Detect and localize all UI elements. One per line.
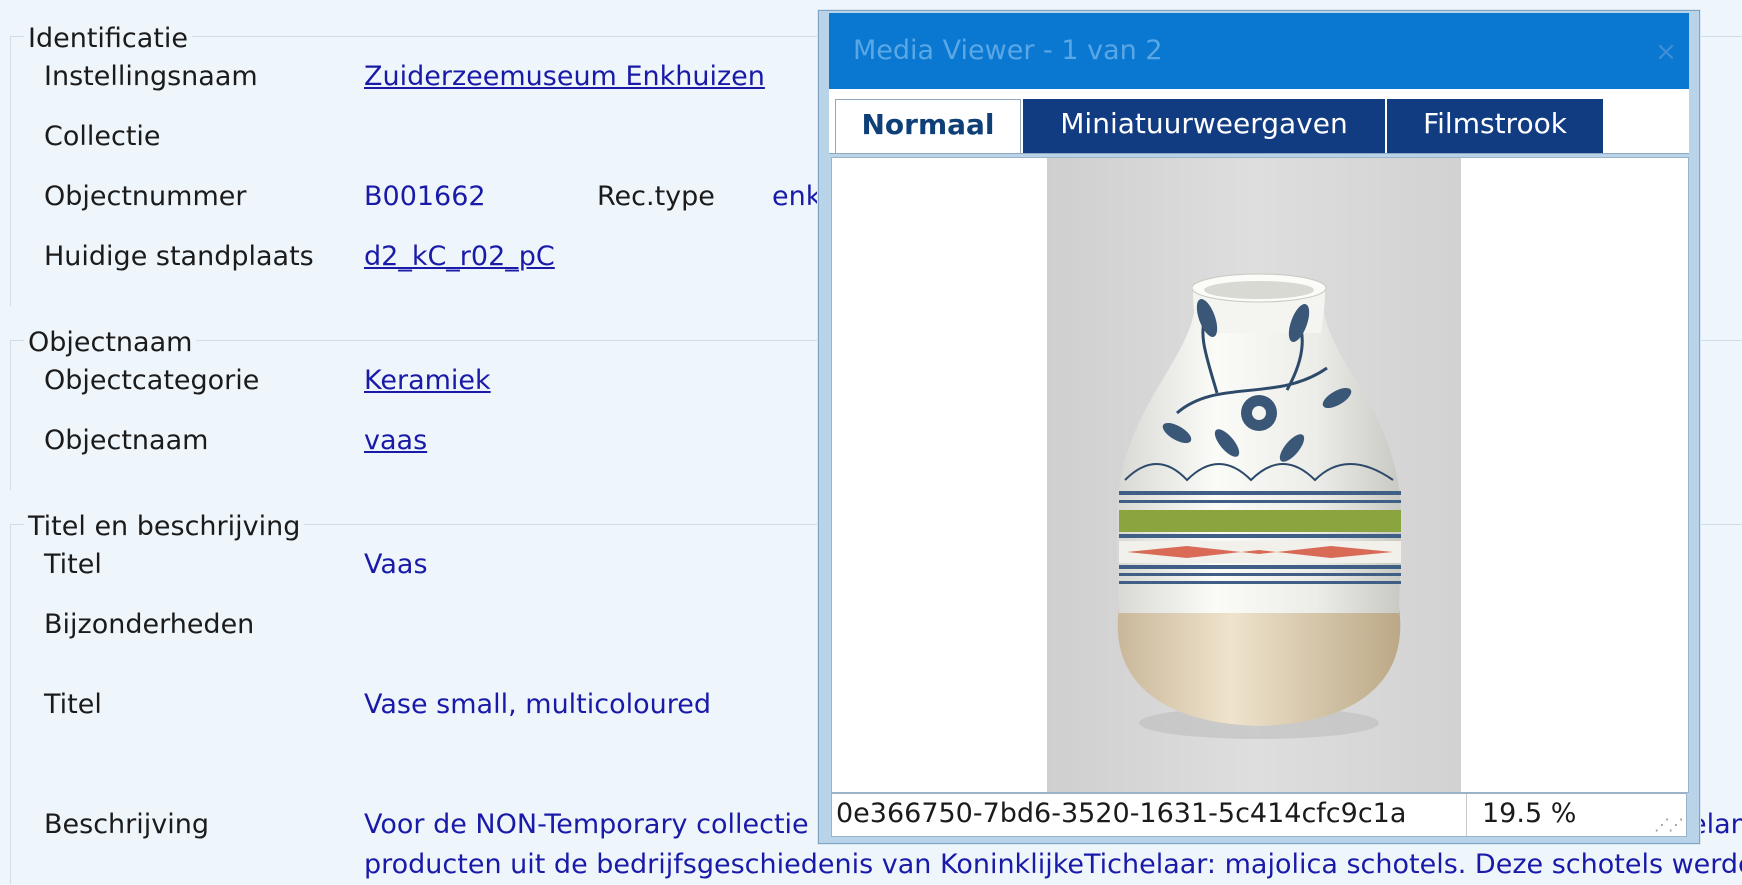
titel-label-2: Titel <box>44 689 102 720</box>
resize-grip-icon[interactable]: ⋰⋰ <box>1654 815 1684 834</box>
status-divider <box>1466 794 1467 836</box>
media-viewer-statusbar: 0e366750-7bd6-3520-1631-5c414cfc9c1a 19.… <box>831 793 1687 837</box>
objectnummer-value: B001662 <box>364 181 486 212</box>
bijzonderheden-label: Bijzonderheden <box>44 609 255 640</box>
vase-illustration <box>1117 273 1401 739</box>
group-border <box>10 340 11 490</box>
objectcategorie-label: Objectcategorie <box>44 365 260 396</box>
instellingsnaam-link[interactable]: Zuiderzeemuseum Enkhuizen <box>364 60 765 94</box>
close-icon[interactable]: × <box>1651 37 1681 67</box>
collectie-label: Collectie <box>44 121 161 152</box>
rectype-value: enk <box>772 181 822 212</box>
group-border <box>10 36 11 306</box>
objectnummer-label: Objectnummer <box>44 181 247 212</box>
titel-label: Titel <box>44 549 102 580</box>
beschrijving-label: Beschrijving <box>44 809 209 840</box>
standplaats-label: Huidige standplaats <box>44 241 314 272</box>
objectcategorie-link[interactable]: Keramiek <box>364 364 491 398</box>
image-id: 0e366750-7bd6-3520-1631-5c414cfc9c1a <box>836 798 1407 829</box>
vase-photo <box>1047 158 1461 792</box>
titel-value-2: Vase small, multicoloured <box>364 689 712 720</box>
beschrijving-text-1: Voor de NON-Temporary collectie <box>364 809 809 840</box>
rectype-label: Rec.type <box>597 181 715 212</box>
standplaats-link[interactable]: d2_kC_r02_pC <box>364 240 555 274</box>
instellingsnaam-label: Instellingsnaam <box>44 61 258 92</box>
beschrijving-text-2: producten uit de bedrijfsgeschiedenis va… <box>364 849 1742 880</box>
tab-normaal[interactable]: Normaal <box>835 99 1021 153</box>
tab-miniatuurweergaven[interactable]: Miniatuurweergaven <box>1023 99 1385 153</box>
media-viewer-titlebar[interactable]: Media Viewer - 1 van 2 × <box>829 13 1689 89</box>
media-viewer-title: Media Viewer - 1 van 2 <box>853 35 1163 66</box>
objectnaam-link[interactable]: vaas <box>364 424 427 458</box>
media-viewer-window[interactable]: Media Viewer - 1 van 2 × Normaal Miniatu… <box>818 10 1700 844</box>
titel-value: Vaas <box>364 549 428 580</box>
group-title: Identificatie <box>24 23 193 55</box>
objectnaam-label: Objectnaam <box>44 425 209 456</box>
media-viewer-tabs: Normaal Miniatuurweergaven Filmstrook <box>829 89 1689 154</box>
zoom-level: 19.5 % <box>1482 798 1577 829</box>
image-canvas[interactable] <box>831 157 1689 793</box>
group-title: Objectnaam <box>24 327 197 359</box>
group-border <box>10 524 11 884</box>
tab-filmstrook[interactable]: Filmstrook <box>1387 99 1603 153</box>
group-title: Titel en beschrijving <box>24 511 305 543</box>
